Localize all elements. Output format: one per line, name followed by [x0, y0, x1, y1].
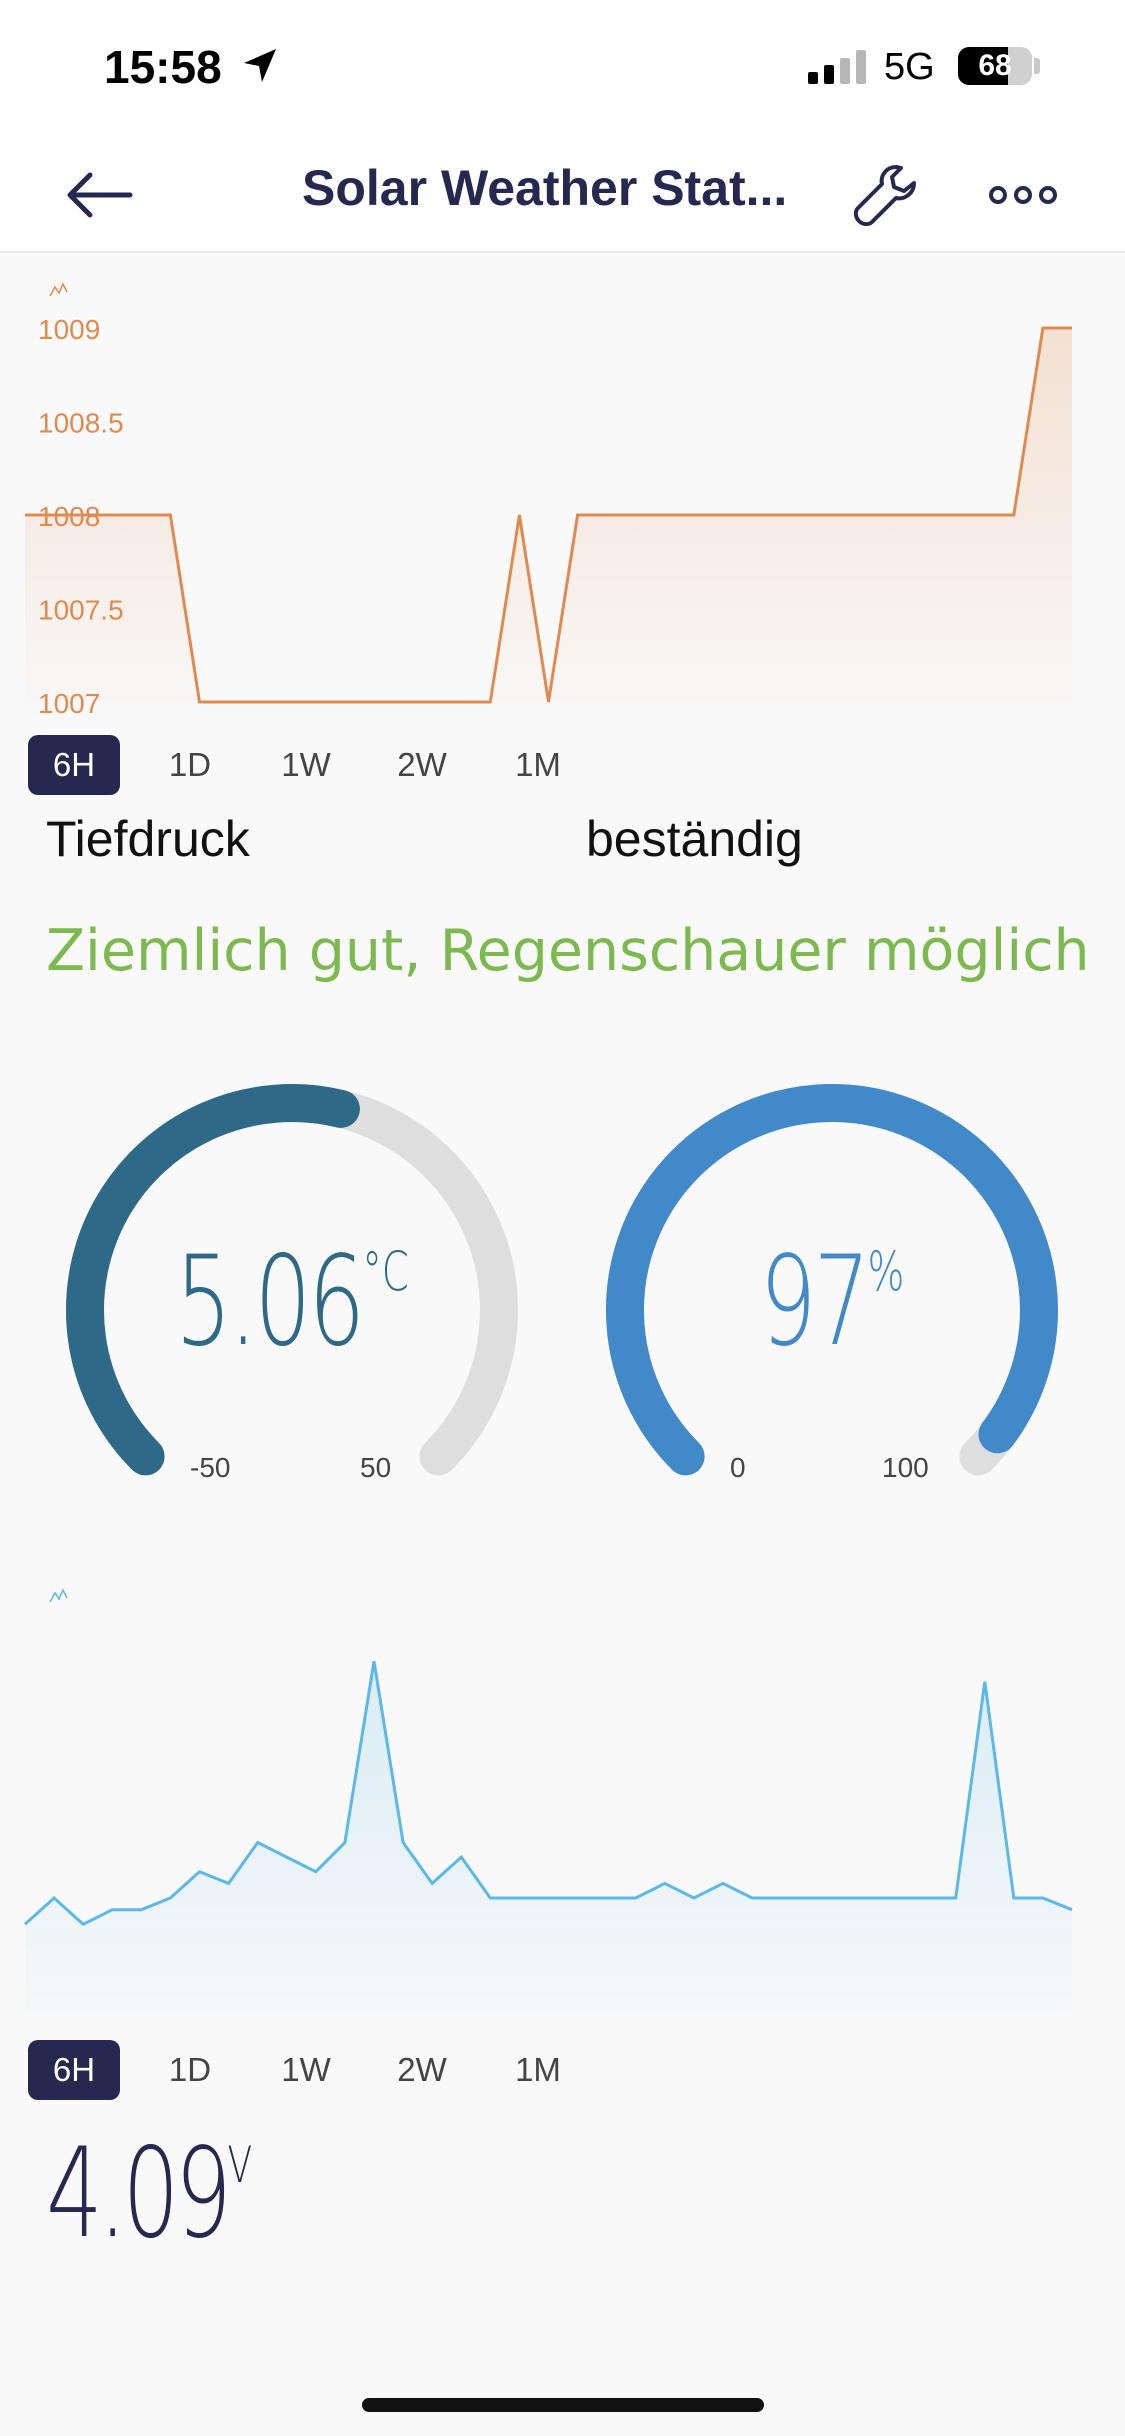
voltage-range-tab-2w[interactable]: 2W [376, 2040, 468, 2100]
pressure-y-tick: 1009 [38, 314, 100, 345]
chart-mini-icon [49, 1588, 68, 1603]
humidity-value: 97 [759, 1230, 871, 1374]
voltage-line [23, 1660, 1073, 1927]
status-time: 15:58 [104, 41, 222, 93]
more-dots-icon[interactable] [988, 175, 1058, 215]
chart-mini-icon [49, 282, 68, 297]
temperature-unit: °C [362, 1240, 409, 1303]
temperature-max-label: 50 [360, 1452, 392, 1483]
pressure-range-tab-2w[interactable]: 2W [376, 735, 468, 795]
back-arrow-icon[interactable] [62, 165, 134, 225]
home-indicator[interactable] [362, 2398, 764, 2412]
pressure-chart: 10091008.510081007.51007 [25, 282, 1072, 719]
voltage-range-tabs: 6H 1D 1W 2W 1M [28, 2040, 584, 2100]
pressure-range-tabs: 6H 1D 1W 2W 1M [28, 735, 584, 795]
humidity-value-wrap: 97% [652, 1230, 1012, 1374]
temperature-value: 5.06 [175, 1230, 365, 1374]
voltage-range-tab-1m[interactable]: 1M [492, 2040, 584, 2100]
voltage-value-wrap: 4.09V [46, 2122, 252, 2266]
voltage-unit: V [227, 2136, 253, 2194]
status-bar: 15:58 5G 68 [0, 0, 1125, 135]
temperature-min-label: -50 [190, 1452, 231, 1483]
voltage-chart [23, 1588, 1073, 2012]
pressure-y-tick: 1008.5 [38, 408, 124, 439]
network-label: 5G [884, 46, 935, 88]
pressure-tendency-label: beständig [586, 811, 803, 867]
location-arrow-icon [244, 49, 276, 82]
battery-level: 68 [978, 49, 1012, 82]
voltage-value: 4.09 [46, 2122, 232, 2266]
temperature-value-wrap: 5.06°C [112, 1230, 472, 1374]
temperature-gauge: 5.06°C -50 50 [42, 1060, 542, 1520]
nav-bar: Solar Weather Stat... [0, 135, 1125, 253]
pressure-range-tab-6h[interactable]: 6H [28, 735, 120, 795]
battery-cap [1034, 58, 1040, 74]
wrench-icon[interactable] [852, 161, 922, 231]
cellular-signal-icon [808, 50, 866, 84]
voltage-range-tab-1d[interactable]: 1D [144, 2040, 236, 2100]
pressure-range-tab-1m[interactable]: 1M [492, 735, 584, 795]
pressure-range-tab-1w[interactable]: 1W [260, 735, 352, 795]
forecast-text: Ziemlich gut, Regenschauer möglich [46, 918, 1090, 984]
page-title: Solar Weather Stat... [302, 160, 788, 216]
humidity-max-label: 100 [882, 1452, 929, 1483]
humidity-unit: % [867, 1240, 905, 1303]
humidity-gauge: 97% 0 100 [582, 1060, 1082, 1520]
humidity-min-label: 0 [730, 1452, 746, 1483]
pressure-trend-label: Tiefdruck [46, 811, 250, 867]
voltage-range-tab-6h[interactable]: 6H [28, 2040, 120, 2100]
voltage-range-tab-1w[interactable]: 1W [260, 2040, 352, 2100]
voltage-area [25, 1661, 1072, 2012]
pressure-range-tab-1d[interactable]: 1D [144, 735, 236, 795]
battery-icon: 68 [958, 47, 1032, 85]
